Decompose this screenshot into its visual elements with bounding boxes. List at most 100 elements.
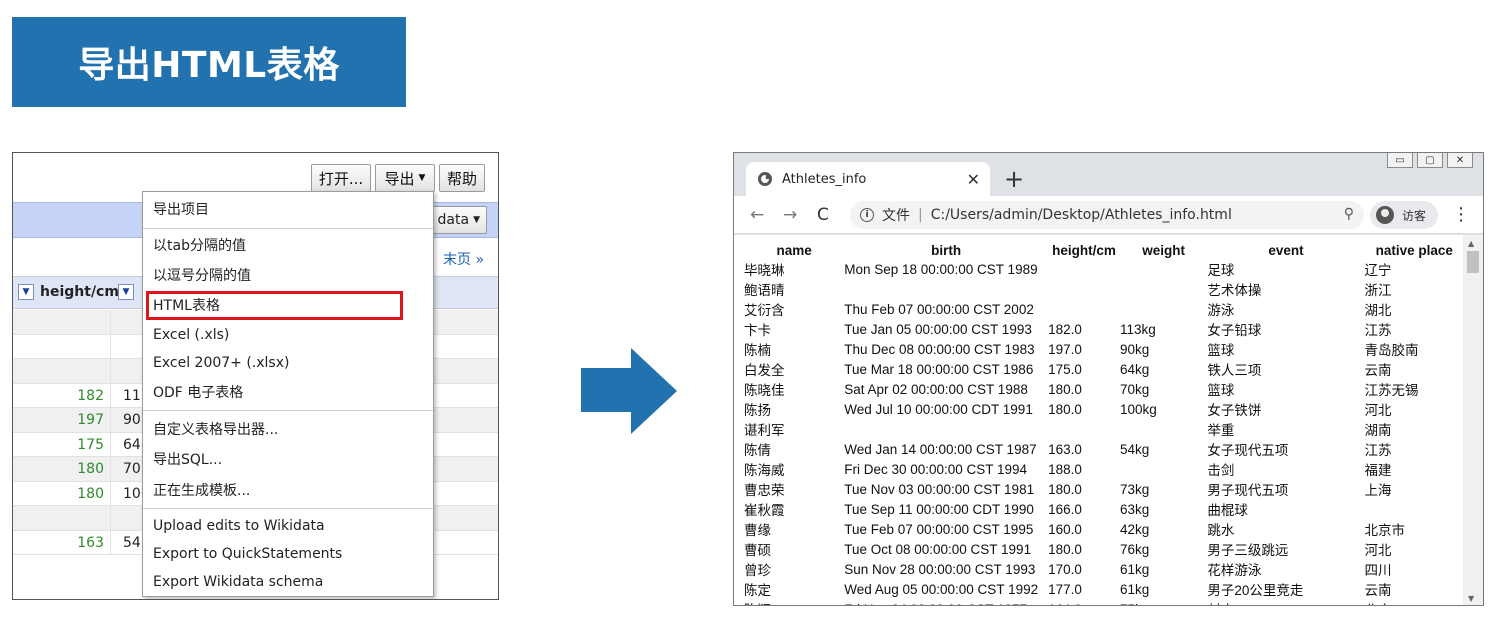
cell-height: 170.0 xyxy=(1048,561,1082,577)
menu-item-csv[interactable]: 以逗号分隔的值 xyxy=(143,262,433,290)
cell-height xyxy=(13,506,111,530)
cell-native-place: 云南 xyxy=(1364,583,1392,598)
minimize-icon[interactable]: ▭ xyxy=(1387,153,1413,168)
column-header-height[interactable]: ▼ height/cm xyxy=(18,284,119,300)
cell-birth: Tue Mar 18 00:00:00 CST 1986 xyxy=(844,361,1034,377)
scrollbar-thumb[interactable] xyxy=(1467,251,1479,273)
cell-event: 篮球 xyxy=(1207,383,1235,398)
open-button[interactable]: 打开... xyxy=(311,164,371,192)
cell-height: 182.0 xyxy=(1048,321,1082,337)
menu-item-export-project[interactable]: 导出项目 xyxy=(143,196,433,224)
cell-name: 陈颖 xyxy=(744,599,844,605)
cell-birth: Tue Oct 08 00:00:00 CST 1991 xyxy=(844,541,1032,557)
page-title-banner: 导出HTML表格 xyxy=(12,17,406,107)
close-window-icon[interactable]: ✕ xyxy=(1447,153,1473,168)
cell-height: 166.0 xyxy=(1048,501,1082,517)
cell-name: 曹缘 xyxy=(744,523,771,538)
cell-height: 180.0 xyxy=(1048,481,1082,497)
cell-event: 艺术体操 xyxy=(1207,283,1262,298)
reload-icon[interactable]: C xyxy=(817,205,829,225)
cell-height: 164.0 xyxy=(1048,599,1120,606)
cell-native-place: 福建 xyxy=(1364,463,1392,478)
cell-weight: 70kg xyxy=(1119,381,1150,397)
menu-item-excel-xlsx[interactable]: Excel 2007+ (.xlsx) xyxy=(143,349,433,377)
new-tab-icon[interactable]: + xyxy=(1004,165,1024,193)
cell-height: 180 xyxy=(13,481,111,505)
browser-window: ▭ ▢ ✕ Athletes_info ✕ + ← → C i 文件 | C:/… xyxy=(733,152,1484,606)
cell-native-place: 青岛胶南 xyxy=(1364,343,1419,358)
menu-item-quickstatements[interactable]: Export to QuickStatements xyxy=(143,540,433,568)
close-tab-icon[interactable]: ✕ xyxy=(967,170,980,189)
scroll-up-icon[interactable]: ▲ xyxy=(1468,239,1474,248)
cell-native-place: 湖南 xyxy=(1364,423,1392,438)
cell-birth: Thu Dec 08 00:00:00 CST 1983 xyxy=(844,341,1035,357)
forward-arrow-icon[interactable]: → xyxy=(783,205,797,225)
header-birth: birth xyxy=(931,242,962,258)
cell-name: 陈海威 xyxy=(744,463,785,478)
cell-birth: Tue Nov 03 00:00:00 CST 1981 xyxy=(844,481,1035,497)
table-row: 崔秋霞 Tue Sep 11 00:00:00 CDT 1990 166.0 63kg… xyxy=(744,499,1464,519)
cell-height: 180.0 xyxy=(1048,401,1082,417)
cell-birth: Tue Feb 07 00:00:00 CST 1995 xyxy=(844,521,1034,537)
cell-native-place: 北京 xyxy=(1365,599,1464,605)
zoom-icon[interactable]: ⚲ xyxy=(1344,206,1354,222)
cell-height: 180.0 xyxy=(1048,541,1082,557)
column-header-weight[interactable]: ▼ xyxy=(118,284,140,300)
scroll-down-icon[interactable]: ▼ xyxy=(1468,594,1474,603)
column-menu-arrow-icon[interactable]: ▼ xyxy=(118,284,134,300)
maximize-icon[interactable]: ▢ xyxy=(1417,153,1443,168)
address-scheme-label: 文件 xyxy=(882,208,910,224)
menu-item-wikidata-schema[interactable]: Export Wikidata schema xyxy=(143,568,433,596)
header-height: height/cm xyxy=(1052,242,1116,258)
cell-height: 197.0 xyxy=(1048,341,1082,357)
menu-item-excel-xls[interactable]: Excel (.xls) xyxy=(143,321,433,349)
header-name: name xyxy=(776,242,812,258)
cell-native-place: 北京市 xyxy=(1364,523,1406,538)
column-menu-arrow-icon[interactable]: ▼ xyxy=(18,284,34,300)
menu-item-odf[interactable]: ODF 电子表格 xyxy=(143,379,433,407)
more-menu-icon[interactable]: ⋮ xyxy=(1452,204,1470,225)
menu-divider xyxy=(143,508,433,509)
cell-native-place: 河北 xyxy=(1364,543,1392,558)
table-row: 曾珍 Sun Nov 28 00:00:00 CST 1993 170.0 61kg 花… xyxy=(744,559,1464,579)
cell-height: 163 xyxy=(13,530,111,554)
cell-event: 曲棍球 xyxy=(1207,503,1248,518)
export-button[interactable]: 导出 ▼ xyxy=(375,164,435,192)
menu-divider xyxy=(143,228,433,229)
address-separator: | xyxy=(918,207,923,223)
cell-name: 陈扬 xyxy=(744,403,771,418)
header-event: event xyxy=(1268,242,1304,258)
help-button[interactable]: 帮助 xyxy=(439,164,485,192)
vertical-scrollbar[interactable]: ▲ ▼ xyxy=(1463,235,1483,605)
last-page-link[interactable]: 末页 » xyxy=(443,249,484,269)
menu-item-export-sql[interactable]: 导出SQL... xyxy=(143,446,433,474)
info-icon[interactable]: i xyxy=(860,208,874,222)
table-row: 艾衍含 Thu Feb 07 00:00:00 CST 2002 游泳 湖北 xyxy=(744,299,1464,319)
cell-name: 陈倩 xyxy=(744,443,771,458)
header-native-place: native place xyxy=(1375,242,1453,258)
menu-item-custom-exporter[interactable]: 自定义表格导出器... xyxy=(143,416,433,444)
page-title: 导出HTML表格 xyxy=(78,45,340,86)
back-arrow-icon[interactable]: ← xyxy=(750,205,764,225)
cell-name: 陈定 xyxy=(744,583,771,598)
menu-item-templating[interactable]: 正在生成模板... xyxy=(143,477,433,505)
menu-item-upload-wikidata[interactable]: Upload edits to Wikidata xyxy=(143,512,433,540)
cell-height: 160.0 xyxy=(1048,521,1082,537)
cell-weight: 54kg xyxy=(1119,441,1150,457)
menu-item-tsv[interactable]: 以tab分隔的值 xyxy=(143,232,433,260)
cell-event: 篮球 xyxy=(1207,343,1235,358)
cell-event: 铁人三项 xyxy=(1207,363,1262,378)
guest-label: 访客 xyxy=(1402,208,1427,223)
address-bar[interactable]: i 文件 | C:/Users/admin/Desktop/Athletes_i… xyxy=(850,201,1364,229)
browser-tab[interactable]: Athletes_info ✕ xyxy=(746,162,990,196)
cell-weight: 73kg xyxy=(1119,481,1150,497)
cell-weight: 63kg xyxy=(1119,501,1150,517)
table-row: 鲍语晴 艺术体操 浙江 xyxy=(744,279,1464,299)
wikidata-button-label: data xyxy=(437,212,470,228)
menu-divider xyxy=(143,410,433,411)
address-url: C:/Users/admin/Desktop/Athletes_info.htm… xyxy=(930,207,1232,223)
cell-event: 足球 xyxy=(1207,263,1235,278)
cell-weight: 75kg xyxy=(1120,599,1207,606)
table-row: 陈海威 Fri Dec 30 00:00:00 CST 1994 188.0 击剑 福建 xyxy=(744,459,1464,479)
guest-profile-button[interactable]: 访客 xyxy=(1370,201,1438,229)
